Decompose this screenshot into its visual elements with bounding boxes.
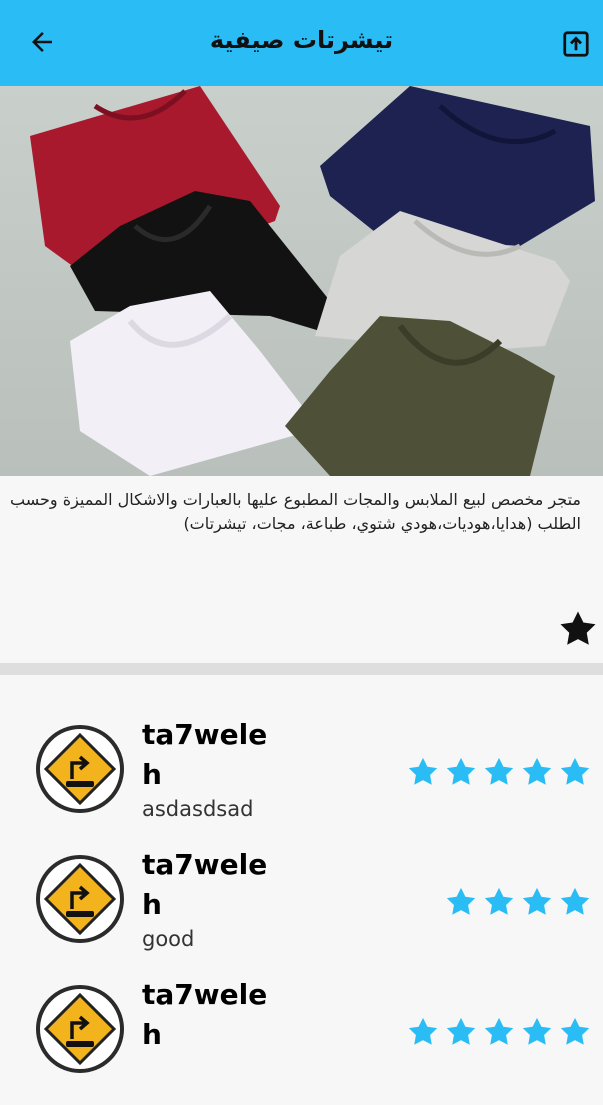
star-icon	[560, 1017, 590, 1045]
star-icon	[522, 887, 552, 915]
avatar	[36, 985, 124, 1073]
review-username: ta7weleh	[142, 848, 268, 921]
app-bar: تيشرتات صيفية	[0, 0, 603, 86]
review-item: ta7weleh asdasdsad	[0, 715, 603, 845]
folded-tshirts-photo	[30, 86, 595, 476]
navy-tshirt	[320, 86, 595, 246]
star-icon	[560, 611, 596, 645]
store-description: متجر مخصص لبيع الملابس والمجات المطبوع ع…	[10, 490, 581, 533]
star-icon	[522, 1017, 552, 1045]
favorite-button[interactable]	[556, 608, 600, 652]
star-icon	[522, 757, 552, 785]
star-icon	[446, 1017, 476, 1045]
road-sign-avatar-icon	[43, 732, 117, 806]
review-comment: asdasdsad	[142, 797, 254, 821]
star-icon	[484, 1017, 514, 1045]
review-comment: good	[142, 927, 195, 951]
rating-stars	[405, 1015, 593, 1049]
product-image	[0, 86, 603, 476]
rating-stars	[443, 885, 593, 919]
page-title: تيشرتات صيفية	[209, 26, 394, 54]
avatar	[36, 855, 124, 943]
star-icon	[560, 887, 590, 915]
section-divider	[0, 663, 603, 675]
star-icon	[446, 757, 476, 785]
star-icon	[484, 757, 514, 785]
share-button[interactable]	[559, 27, 593, 61]
review-item: ta7weleh good	[0, 845, 603, 975]
star-icon	[408, 757, 438, 785]
star-icon	[560, 757, 590, 785]
star-icon	[446, 887, 476, 915]
share-icon	[563, 31, 589, 57]
star-icon	[408, 1017, 438, 1045]
avatar	[36, 725, 124, 813]
review-item: ta7weleh	[0, 975, 603, 1105]
road-sign-avatar-icon	[43, 862, 117, 936]
star-icon	[484, 887, 514, 915]
road-sign-avatar-icon	[43, 992, 117, 1066]
review-username: ta7weleh	[142, 718, 268, 791]
rating-stars	[405, 755, 593, 789]
white-tshirt	[70, 291, 310, 476]
review-username: ta7weleh	[142, 978, 268, 1051]
